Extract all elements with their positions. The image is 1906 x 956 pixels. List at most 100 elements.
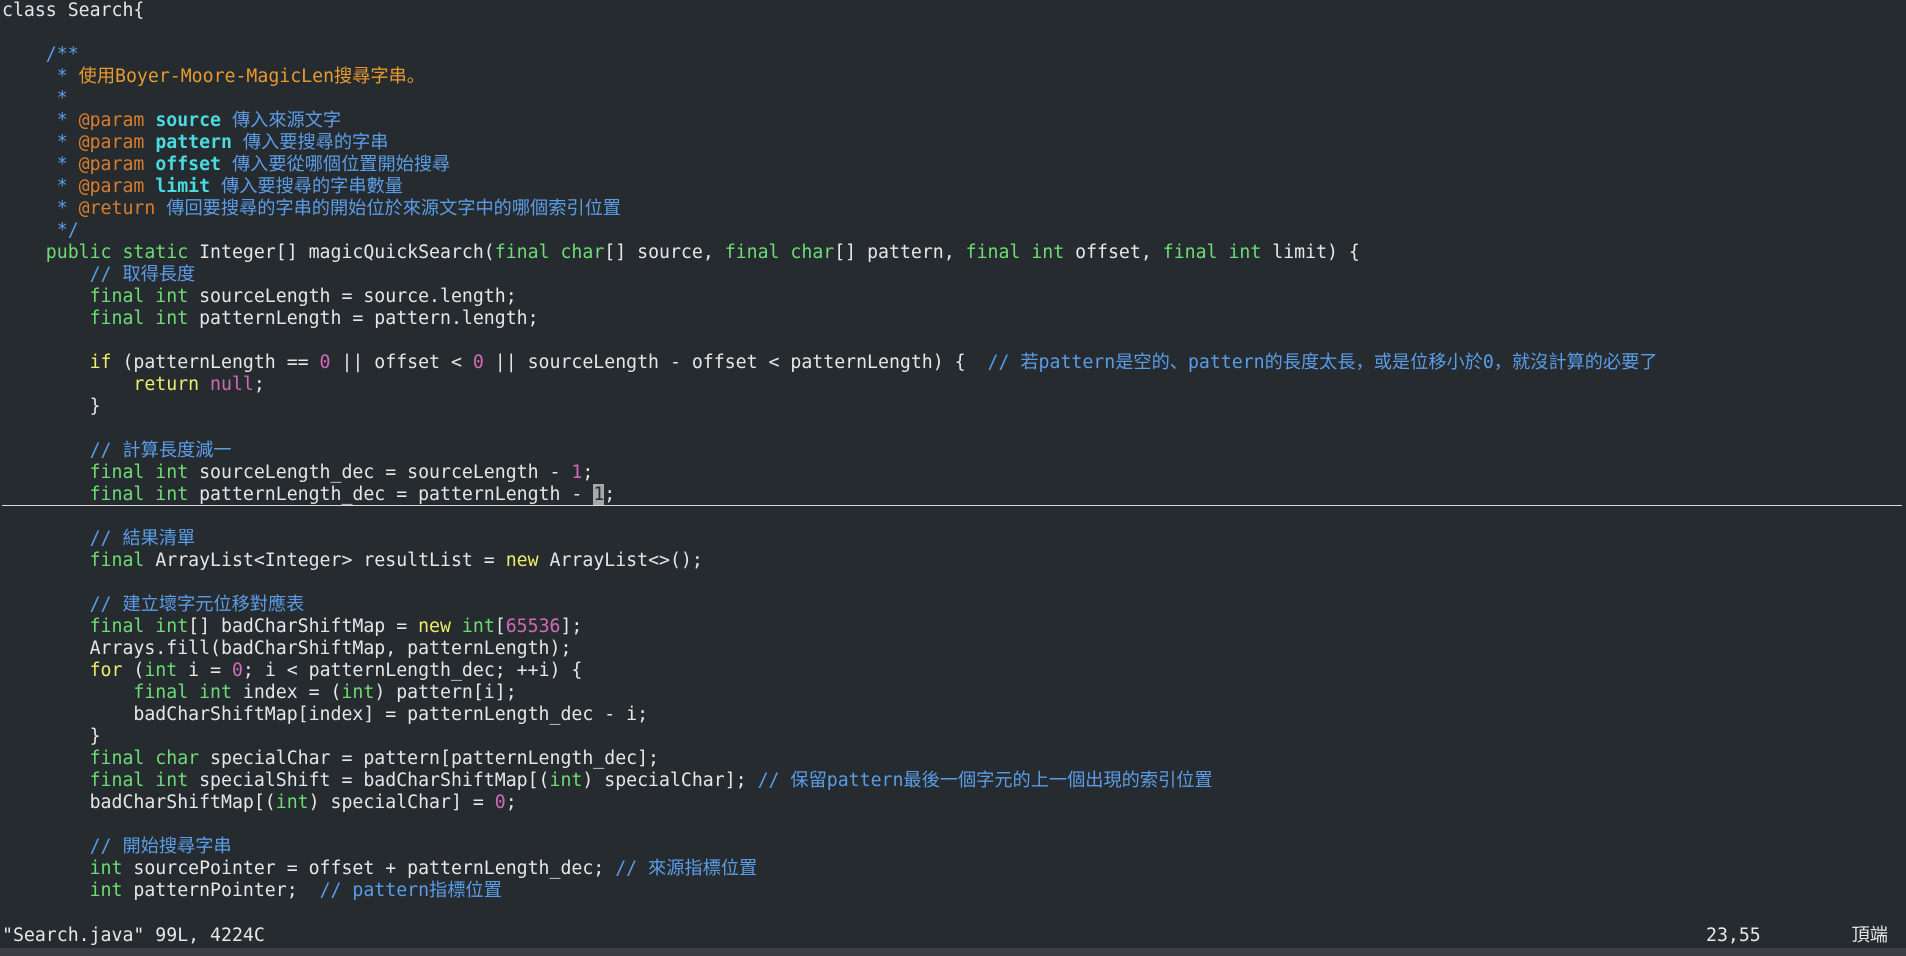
code-line[interactable]: // 建立壞字元位移對應表: [2, 594, 1902, 616]
code-line[interactable]: final int specialShift = badCharShiftMap…: [2, 770, 1902, 792]
code-line[interactable]: final int sourceLength_dec = sourceLengt…: [2, 462, 1902, 484]
code-line[interactable]: }: [2, 726, 1902, 748]
code-token: }: [2, 396, 101, 417]
code-token: 傳入來源文字: [221, 110, 342, 131]
code-token: new: [505, 550, 539, 571]
code-line[interactable]: * @param pattern 傳入要搜尋的字串: [2, 132, 1902, 154]
code-token: sourceLength_dec = sourceLength -: [188, 462, 572, 483]
code-token: // 開始搜尋字串: [2, 836, 232, 857]
code-line[interactable]: * @param source 傳入來源文字: [2, 110, 1902, 132]
file-info: "Search.java" 99L, 4224C: [2, 925, 265, 946]
code-line[interactable]: [2, 22, 1902, 44]
code-token: @param: [78, 132, 156, 153]
code-line[interactable]: Arrays.fill(badCharShiftMap, patternLeng…: [2, 638, 1902, 660]
code-line[interactable]: final ArrayList<Integer> resultList = ne…: [2, 550, 1902, 572]
code-line[interactable]: * 使用Boyer-Moore-MagicLen搜尋字串。: [2, 66, 1902, 88]
code-token: Arrays.fill(badCharShiftMap, patternLeng…: [2, 638, 572, 659]
code-line[interactable]: */: [2, 220, 1902, 242]
code-line[interactable]: // 結果清單: [2, 528, 1902, 550]
code-token: final int: [2, 770, 189, 791]
code-line-current[interactable]: final int patternLength_dec = patternLen…: [2, 484, 1902, 506]
vim-editor[interactable]: class Search{ /** * 使用Boyer-Moore-MagicL…: [0, 0, 1906, 956]
code-token: index = (: [231, 682, 342, 703]
code-token: ];: [560, 616, 583, 637]
code-token: offset: [155, 154, 222, 175]
code-token: int: [549, 770, 583, 791]
code-line[interactable]: final int patternLength = pattern.length…: [2, 308, 1902, 330]
code-token: ) specialChar];: [582, 770, 758, 791]
code-line[interactable]: /**: [2, 44, 1902, 66]
code-token: limit) {: [1261, 242, 1360, 263]
code-token: [: [494, 616, 506, 637]
code-token: patternPointer;: [122, 880, 320, 901]
cursor-position: 23,55: [1706, 925, 1761, 946]
code-token: (patternLength ==: [111, 352, 320, 373]
code-token: final int: [1162, 242, 1262, 263]
code-token: public static: [2, 242, 200, 263]
code-token: int: [461, 616, 495, 637]
code-token: // pattern指標位置: [319, 880, 502, 901]
code-token: ; i < patternLength_dec; ++i) {: [242, 660, 583, 681]
code-line[interactable]: badCharShiftMap[(int) specialChar] = 0;: [2, 792, 1902, 814]
code-token: // 建立壞字元位移對應表: [2, 594, 305, 615]
code-line[interactable]: final int index = (int) pattern[i];: [2, 682, 1902, 704]
code-token: @param: [78, 110, 156, 131]
code-line[interactable]: return null;: [2, 374, 1902, 396]
code-line[interactable]: public static Integer[] magicQuickSearch…: [2, 242, 1902, 264]
code-line[interactable]: class Search{: [2, 0, 1902, 22]
code-line[interactable]: final char specialChar = pattern[pattern…: [2, 748, 1902, 770]
code-line[interactable]: int sourcePointer = offset + patternLeng…: [2, 858, 1902, 880]
code-line[interactable]: // 計算長度減一: [2, 440, 1902, 462]
scroll-position: 頂端: [1851, 925, 1888, 946]
code-token: }: [2, 726, 101, 747]
code-line[interactable]: int patternPointer; // pattern指標位置: [2, 880, 1902, 902]
code-token: *: [2, 176, 79, 197]
code-token: patternLength = pattern.length;: [188, 308, 539, 329]
code-token: 0: [231, 660, 243, 681]
code-token: // 計算長度減一: [2, 440, 232, 461]
code-token: offset,: [1064, 242, 1163, 263]
code-token: final int: [2, 484, 189, 505]
code-token: final char: [724, 242, 835, 263]
code-token: sourcePointer = offset + patternLength_d…: [122, 858, 616, 879]
code-token: badCharShiftMap[(: [2, 792, 276, 813]
code-line[interactable]: [2, 418, 1902, 440]
code-token: *: [2, 110, 79, 131]
code-line[interactable]: badCharShiftMap[index] = patternLength_d…: [2, 704, 1902, 726]
code-line[interactable]: [2, 506, 1902, 528]
code-line[interactable]: final int[] badCharShiftMap = new int[65…: [2, 616, 1902, 638]
code-token: 傳入要從哪個位置開始搜尋: [221, 154, 451, 175]
code-token: @param: [78, 154, 156, 175]
code-token: final int: [2, 682, 232, 703]
code-line[interactable]: // 開始搜尋字串: [2, 836, 1902, 858]
code-line[interactable]: final int sourceLength = source.length;: [2, 286, 1902, 308]
code-token: badCharShiftMap[index] = patternLength_d…: [2, 704, 649, 725]
code-token: 使用Boyer-Moore-MagicLen搜尋字串。: [78, 66, 425, 87]
code-line[interactable]: * @param limit 傳入要搜尋的字串數量: [2, 176, 1902, 198]
code-line[interactable]: [2, 572, 1902, 594]
code-token: ;: [582, 462, 594, 483]
code-line[interactable]: for (int i = 0; i < patternLength_dec; +…: [2, 660, 1902, 682]
code-line[interactable]: [2, 330, 1902, 352]
code-line[interactable]: // 取得長度: [2, 264, 1902, 286]
code-token: Integer[] magicQuickSearch(: [199, 242, 495, 263]
code-buffer[interactable]: class Search{ /** * 使用Boyer-Moore-MagicL…: [2, 0, 1902, 902]
code-token: if: [2, 352, 112, 373]
code-token: *: [2, 88, 68, 109]
code-line[interactable]: if (patternLength == 0 || offset < 0 || …: [2, 352, 1902, 374]
code-token: for: [2, 660, 123, 681]
code-token: [] source,: [604, 242, 725, 263]
code-token: final int: [2, 462, 189, 483]
code-token: 0: [494, 792, 506, 813]
code-line[interactable]: * @param offset 傳入要從哪個位置開始搜尋: [2, 154, 1902, 176]
code-line[interactable]: [2, 814, 1902, 836]
code-token: source: [155, 110, 222, 131]
code-token: int: [275, 792, 309, 813]
code-token: ;: [253, 374, 265, 395]
code-token: 傳回要搜尋的字串的開始位於來源文字中的哪個索引位置: [155, 198, 621, 219]
code-line[interactable]: * @return 傳回要搜尋的字串的開始位於來源文字中的哪個索引位置: [2, 198, 1902, 220]
code-token: [] badCharShiftMap =: [188, 616, 419, 637]
code-token: @param: [78, 176, 156, 197]
code-line[interactable]: }: [2, 396, 1902, 418]
code-line[interactable]: *: [2, 88, 1902, 110]
